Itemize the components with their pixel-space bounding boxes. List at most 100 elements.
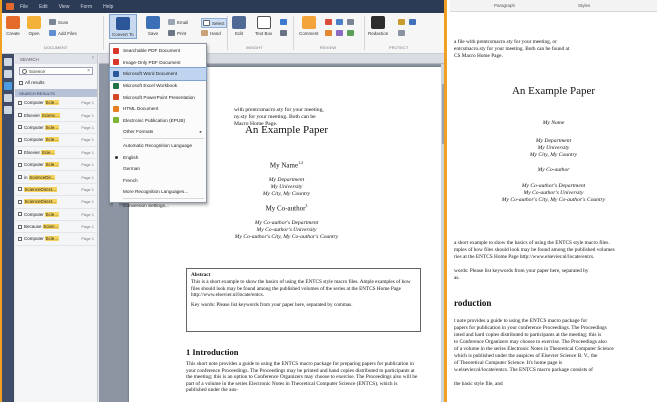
print-button[interactable]: Print	[168, 30, 186, 36]
search-hit-highlight: Scie...	[45, 100, 59, 106]
convert-format-item[interactable]: Image-Only PDF Document	[110, 57, 206, 69]
protect-tool-2[interactable]	[409, 19, 416, 25]
review-tool-5[interactable]	[336, 30, 343, 36]
tab-help[interactable]: Help	[103, 4, 113, 10]
doc-line: entcsmacro.sty for your meeting. Both ca…	[454, 46, 570, 52]
hand-icon	[201, 30, 208, 36]
convert-format-item[interactable]: Other Formats ▸	[110, 126, 206, 138]
review-tool-4[interactable]	[325, 30, 332, 36]
convert-to-button[interactable]: Convert To	[109, 14, 137, 39]
format-icon	[113, 94, 119, 101]
protect-tool-3[interactable]	[398, 30, 405, 36]
app-menu-icon[interactable]	[6, 3, 14, 10]
highlight-icon	[325, 19, 332, 25]
add-files-button[interactable]: Add Files	[49, 30, 77, 36]
result-checkbox[interactable]	[18, 175, 22, 180]
search-panel-header: SEARCH ‹	[15, 54, 97, 64]
search-result-row[interactable]: Computer Scie... Page 1	[15, 97, 97, 110]
protect-tool-1[interactable]	[398, 19, 405, 25]
result-checkbox[interactable]	[18, 224, 22, 229]
word-author-city: My City, My Country	[529, 152, 578, 158]
convert-format-item[interactable]: Microsoft Word Document	[109, 67, 207, 81]
language-german[interactable]: German	[110, 163, 206, 175]
search-options: All results	[19, 78, 93, 87]
edit-button[interactable]: Edit	[232, 16, 246, 36]
search-result-row[interactable]: Computer Scie... Page 1	[15, 209, 97, 221]
vertical-scrollbar[interactable]	[441, 64, 444, 402]
convert-format-item[interactable]: Microsoft PowerPoint Presentation	[110, 91, 206, 103]
format-label: Image-Only PDF Document	[123, 59, 181, 65]
comment-button[interactable]: Comment	[299, 16, 319, 36]
search-result-row[interactable]: Elsevier Scie... Page 1	[15, 147, 97, 159]
review-tool-6[interactable]	[347, 30, 354, 36]
save-button[interactable]: Save	[146, 16, 160, 36]
search-result-row[interactable]: Computer Scie... Page 1	[15, 122, 97, 135]
result-text: Elsevier Scie...	[24, 149, 55, 155]
search-result-row[interactable]: ScienceDirect... Page 1	[15, 184, 97, 197]
result-checkbox[interactable]	[18, 162, 22, 167]
word-introduction-heading: roduction	[454, 298, 492, 308]
conversion-settings[interactable]: Conversion Settings...	[110, 200, 206, 212]
bookmark-icon[interactable]	[4, 70, 12, 78]
word-author-university: My University	[537, 145, 570, 151]
insight-tool-1[interactable]	[280, 19, 287, 25]
language-french[interactable]: French	[110, 175, 206, 187]
review-tool-3[interactable]	[347, 19, 354, 25]
result-text: Computer Scie...	[24, 124, 59, 130]
convert-format-item[interactable]: Searchable PDF Document	[110, 45, 206, 57]
result-checkbox[interactable]	[18, 199, 22, 204]
page-intro-line: with prentcsmacro.sty for your meeting,	[234, 107, 324, 113]
select-tool-button[interactable]: Select	[201, 18, 227, 28]
convert-format-item[interactable]: Electronic Publication (EPUB)	[110, 115, 206, 127]
search-result-row[interactable]: in ScienceDir... Page 1	[15, 171, 97, 184]
create-button[interactable]: Create	[6, 16, 20, 36]
insight-tool-2[interactable]	[280, 30, 287, 36]
redaction-button[interactable]: Redaction	[368, 16, 388, 36]
search-result-row[interactable]: Elsevier Scienc... Page 1	[15, 109, 97, 122]
scanner-icon	[49, 19, 56, 25]
result-checkbox[interactable]	[18, 137, 22, 142]
result-text: Computer Scie...	[24, 236, 59, 242]
review-tool-2[interactable]	[336, 19, 343, 25]
format-label: Electronic Publication (EPUB)	[123, 117, 186, 123]
result-checkbox[interactable]	[18, 150, 22, 155]
convert-format-item[interactable]: HTML Document	[110, 103, 206, 115]
text-box-button[interactable]: Text Box	[255, 16, 272, 36]
collapse-icon[interactable]: ‹	[92, 55, 94, 61]
convert-format-item[interactable]: Microsoft Excel Workbook	[110, 80, 206, 92]
tab-file[interactable]: File	[20, 4, 28, 10]
result-checkbox[interactable]	[18, 212, 22, 217]
attachment-icon[interactable]	[4, 106, 12, 114]
search-icon[interactable]	[4, 82, 12, 90]
search-result-row[interactable]: Computer Scie... Page 1	[15, 134, 97, 147]
pages-icon[interactable]	[4, 58, 12, 66]
search-result-row[interactable]: Because Scien... Page 1	[15, 221, 97, 234]
language-english[interactable]: English	[110, 151, 206, 163]
review-tool-1[interactable]	[325, 19, 332, 25]
doc-line: a file with prentcsmacro.sty for your me…	[454, 39, 557, 45]
search-result-row[interactable]: ScienceDirect... Page 1	[15, 196, 97, 209]
search-hit-highlight: ScienceDirect...	[24, 186, 57, 192]
hand-tool-button[interactable]: Hand	[201, 30, 221, 36]
tab-form[interactable]: Form	[80, 4, 92, 10]
open-button[interactable]: Open	[27, 16, 41, 36]
more-recognition-languages[interactable]: More Recognition Languages...	[110, 186, 206, 198]
result-checkbox[interactable]	[18, 187, 22, 192]
scrollbar-thumb[interactable]	[442, 84, 444, 144]
all-results-checkbox[interactable]	[19, 80, 23, 85]
clear-search-icon[interactable]: ×	[87, 68, 90, 74]
result-checkbox[interactable]	[18, 113, 22, 118]
lock-icon	[398, 19, 405, 25]
search-result-row[interactable]: Computer Scie... Page 1	[15, 233, 97, 246]
tab-view[interactable]: View	[59, 4, 70, 10]
result-checkbox[interactable]	[18, 125, 22, 130]
search-result-row[interactable]: Computer Scie... Page 1	[15, 159, 97, 172]
group-label-document: Document	[44, 46, 68, 50]
scan-button[interactable]: Scan	[49, 19, 68, 25]
comments-icon[interactable]	[4, 94, 12, 102]
tab-edit[interactable]: Edit	[39, 4, 48, 10]
result-checkbox[interactable]	[18, 100, 22, 105]
email-button[interactable]: Email	[168, 19, 188, 25]
result-checkbox[interactable]	[18, 236, 22, 241]
search-input[interactable]: Science ×	[19, 67, 93, 75]
